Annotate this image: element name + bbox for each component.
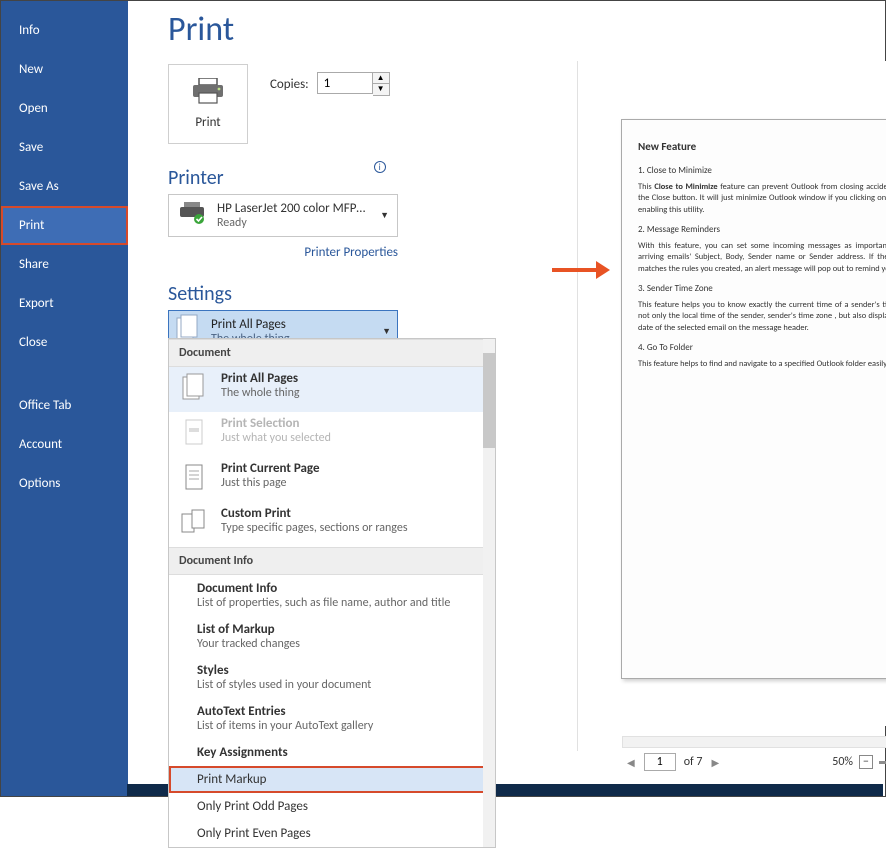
menu-opt-print-all-pages[interactable]: Print All PagesThe whole thing	[169, 367, 495, 412]
zoom-slider[interactable]	[879, 761, 886, 764]
chevron-down-icon: ▼	[382, 326, 391, 337]
printer-name: HP LaserJet 200 color MFP…	[217, 201, 365, 216]
print-button[interactable]: Print	[168, 64, 248, 144]
menu-opt-styles[interactable]: Styles	[169, 657, 495, 678]
menu-opt-print-markup[interactable]: Print Markup	[169, 766, 495, 793]
sidebar-item-info[interactable]: Info	[1, 11, 128, 50]
preview-heading: New Feature	[638, 140, 886, 153]
print-button-label: Print	[195, 115, 220, 130]
zoom-out-button[interactable]: −	[859, 755, 873, 769]
menu-opt-document-info[interactable]: Document Info	[169, 575, 495, 596]
printer-icon	[191, 78, 225, 109]
print-preview: New Feature 1. Close to Minimize This Cl…	[597, 61, 886, 726]
sidebar-item-officetab[interactable]: Office Tab	[1, 386, 128, 425]
sidebar-item-saveas[interactable]: Save As	[1, 167, 128, 206]
preview-footer: ◀ of 7 ▶ 50% − +	[622, 750, 886, 774]
page-icon	[181, 463, 207, 498]
sidebar-item-options[interactable]: Options	[1, 464, 128, 503]
menu-group-document: Document	[169, 339, 495, 367]
chevron-down-icon: ▼	[380, 210, 389, 221]
copies-label: Copies:	[270, 77, 309, 92]
sidebar-item-close[interactable]: Close	[1, 323, 128, 362]
printer-properties-link[interactable]: Printer Properties	[168, 245, 398, 260]
menu-group-document-info: Document Info	[169, 547, 495, 575]
menu-opt-print-selection: Print SelectionJust what you selected	[169, 412, 495, 457]
preview-scrollbar-horizontal[interactable]: ▸	[622, 736, 886, 748]
dropdown-scrollbar[interactable]	[483, 339, 495, 847]
printer-status: Ready	[217, 216, 365, 230]
backstage-sidebar: Info New Open Save Save As Print Share E…	[1, 1, 128, 796]
printer-section-label: Printer	[168, 166, 224, 190]
page-number-input[interactable]	[644, 753, 676, 771]
divider	[577, 61, 578, 751]
sidebar-item-account[interactable]: Account	[1, 425, 128, 464]
page-title: Print	[168, 9, 885, 50]
selected-option-title: Print All Pages	[211, 317, 290, 332]
sidebar-item-share[interactable]: Share	[1, 245, 128, 284]
main-panel: Print Print Copies: ▲ ▼ Print	[128, 1, 885, 796]
sidebar-item-save[interactable]: Save	[1, 128, 128, 167]
menu-opt-autotext-entries[interactable]: AutoText Entries	[169, 698, 495, 719]
copies-stepper[interactable]: ▲ ▼	[317, 72, 390, 96]
menu-opt-odd-pages[interactable]: Only Print Odd Pages	[169, 793, 495, 820]
print-range-menu: Document Print All PagesThe whole thing …	[168, 338, 496, 848]
sidebar-item-open[interactable]: Open	[1, 89, 128, 128]
prev-page-button[interactable]: ◀	[622, 753, 640, 772]
annotation-arrow	[552, 268, 598, 272]
zoom-value: 50%	[832, 755, 853, 769]
pages-icon	[181, 373, 207, 408]
sidebar-item-new[interactable]: New	[1, 50, 128, 89]
sidebar-item-print[interactable]: Print	[1, 206, 128, 245]
info-icon[interactable]: i	[374, 161, 386, 173]
copies-down-button[interactable]: ▼	[373, 84, 389, 95]
menu-opt-list-of-markup[interactable]: List of Markup	[169, 616, 495, 637]
page-count-label: of 7	[684, 755, 703, 769]
menu-opt-print-current-page[interactable]: Print Current PageJust this page	[169, 457, 495, 502]
printer-status-icon	[177, 201, 207, 230]
printer-dropdown[interactable]: HP LaserJet 200 color MFP… Ready ▼	[168, 194, 398, 237]
menu-opt-key-assignments[interactable]: Key Assignments	[169, 739, 495, 766]
copies-up-button[interactable]: ▲	[373, 73, 389, 84]
sidebar-item-export[interactable]: Export	[1, 284, 128, 323]
next-page-button[interactable]: ▶	[707, 753, 725, 772]
custom-pages-icon	[181, 508, 207, 543]
menu-opt-custom-print[interactable]: Custom PrintType specific pages, section…	[169, 502, 495, 547]
page-icon	[181, 418, 207, 453]
menu-opt-even-pages[interactable]: Only Print Even Pages	[169, 820, 495, 847]
copies-input[interactable]	[317, 72, 373, 94]
preview-page: New Feature 1. Close to Minimize This Cl…	[621, 119, 886, 679]
